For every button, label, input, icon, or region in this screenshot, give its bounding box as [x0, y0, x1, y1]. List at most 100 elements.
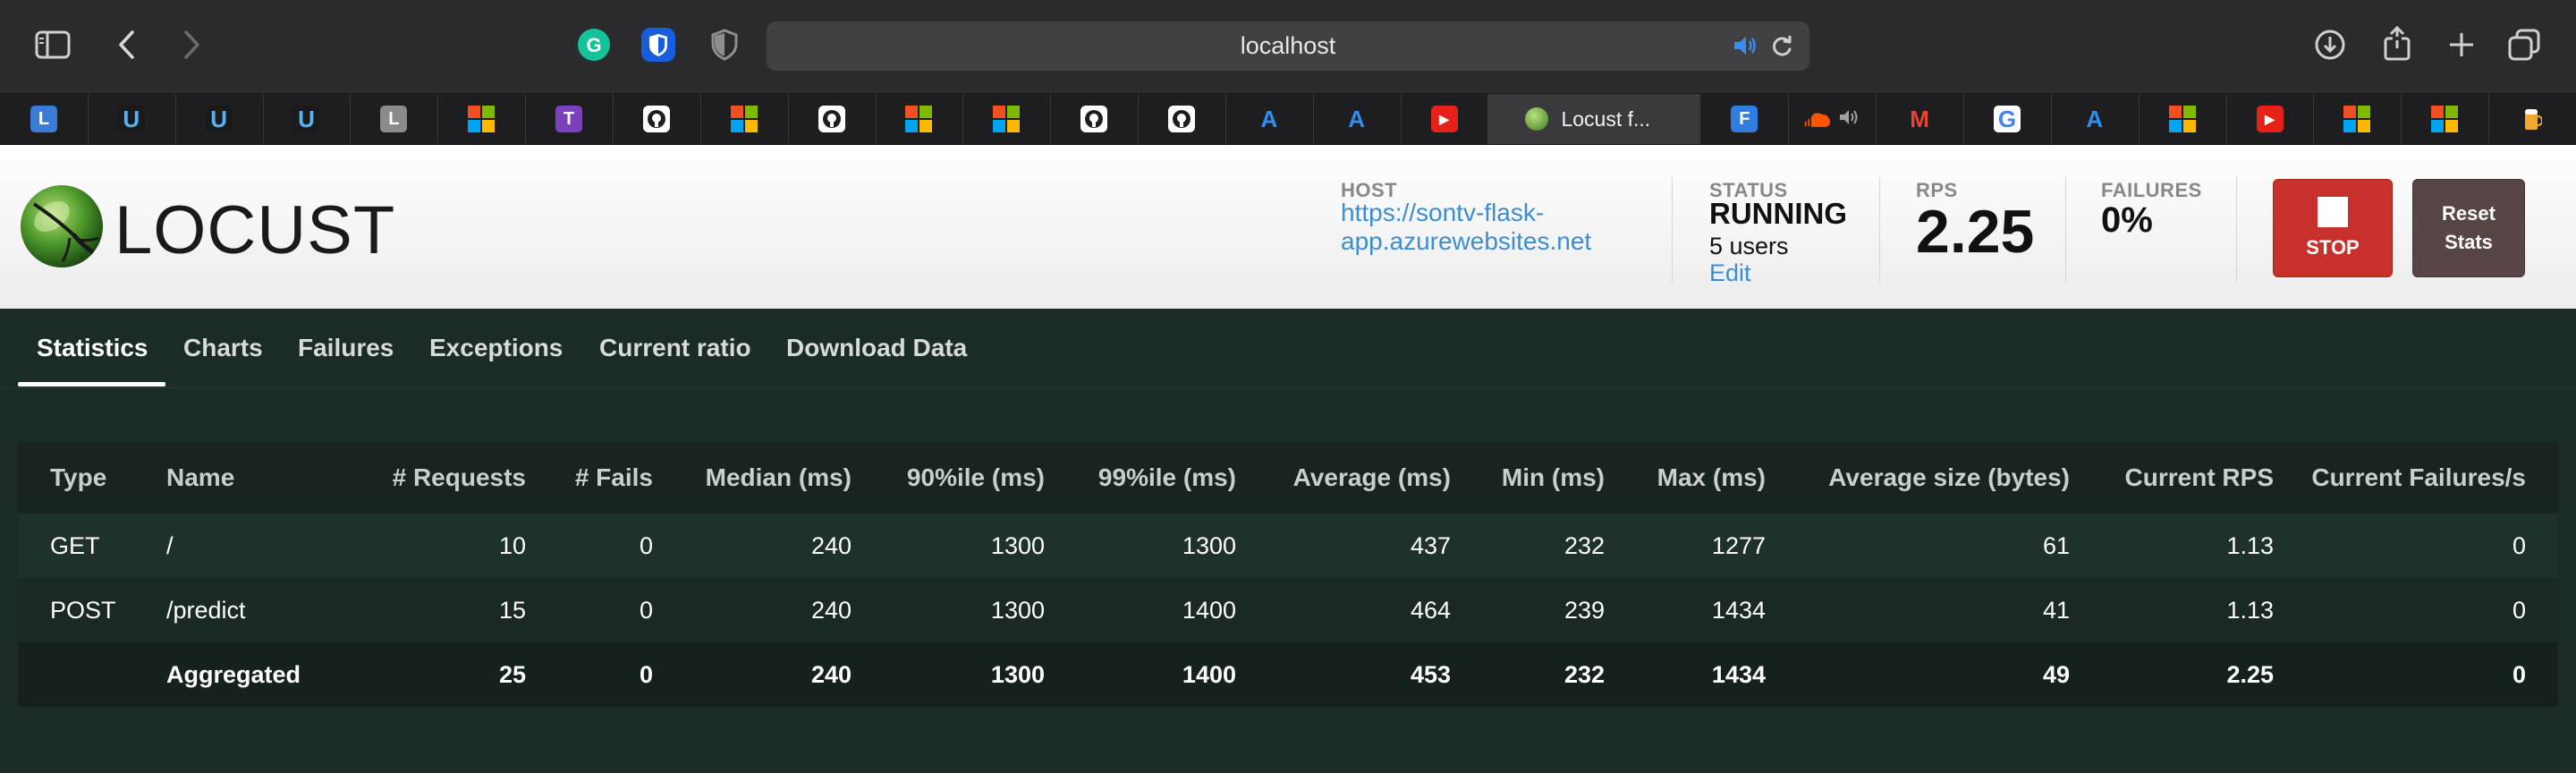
host-link[interactable]: https://sontv-flask-app.azurewebsites.ne…: [1341, 199, 1636, 256]
sidebar-icon[interactable]: [34, 29, 72, 61]
edit-link[interactable]: Edit: [1709, 259, 1751, 287]
speaker-icon[interactable]: [1733, 35, 1758, 63]
microsoft-icon: [730, 106, 758, 132]
bitwarden-icon[interactable]: [640, 27, 676, 63]
browser-tab[interactable]: F: [1700, 94, 1790, 144]
forward-icon[interactable]: [175, 27, 208, 63]
cell-p90: 1300: [852, 578, 1045, 642]
browser-tab[interactable]: [2488, 94, 2576, 144]
browser-tab[interactable]: [1138, 94, 1226, 144]
cell-fails: 0: [526, 514, 653, 578]
browser-tab[interactable]: ▶: [1401, 94, 1489, 144]
browser-tab[interactable]: ▶: [2226, 94, 2315, 144]
cell-p99: 1400: [1045, 578, 1236, 642]
tab-exceptions[interactable]: Exceptions: [429, 309, 563, 387]
site-favicon-icon: M: [1906, 106, 1934, 132]
reset-stats-button[interactable]: Reset Stats: [2412, 179, 2525, 277]
browser-tab[interactable]: [437, 94, 527, 144]
browser-tab[interactable]: [876, 94, 964, 144]
main-nav: Statistics Charts Failures Exceptions Cu…: [0, 309, 2576, 388]
site-favicon-icon: A: [1255, 106, 1283, 132]
column-header[interactable]: Max (ms): [1605, 442, 1766, 514]
browser-tab[interactable]: [2139, 94, 2227, 144]
cell-min: 232: [1451, 642, 1605, 707]
download-icon[interactable]: [2312, 27, 2348, 63]
cell-type: POST: [18, 578, 166, 642]
browser-tab[interactable]: Locust f...: [1487, 94, 1701, 144]
tab-statistics[interactable]: Statistics: [37, 309, 148, 387]
column-header[interactable]: Name: [166, 442, 376, 514]
browser-tab[interactable]: A: [1225, 94, 1314, 144]
browser-tab-strip: L U U U L T A A ▶ Locust f... F M G A ▶: [0, 94, 2576, 145]
browser-tab[interactable]: G: [1963, 94, 2052, 144]
site-favicon-icon: G: [1993, 106, 2021, 132]
column-header[interactable]: # Fails: [526, 442, 653, 514]
stop-label: STOP: [2306, 236, 2360, 259]
browser-tab[interactable]: M: [1876, 94, 1965, 144]
browser-tab[interactable]: [700, 94, 789, 144]
browser-tab[interactable]: [788, 94, 877, 144]
column-header[interactable]: Current Failures/s: [2274, 442, 2558, 514]
column-header[interactable]: Average size (bytes): [1766, 442, 2070, 514]
column-header[interactable]: Current RPS: [2070, 442, 2274, 514]
cell-avg-size: 41: [1766, 578, 2070, 642]
failures-value: 0%: [2101, 200, 2153, 240]
new-tab-icon[interactable]: [2444, 27, 2479, 63]
column-header[interactable]: Min (ms): [1451, 442, 1605, 514]
browser-tab[interactable]: U: [88, 94, 176, 144]
site-favicon-icon: A: [1343, 106, 1370, 132]
beer-icon: [2519, 106, 2546, 132]
browser-tab[interactable]: [1788, 94, 1877, 144]
stop-button[interactable]: STOP: [2273, 179, 2393, 277]
cell-fails: 0: [526, 578, 653, 642]
site-favicon-icon: U: [205, 106, 233, 132]
cell-type: [18, 642, 166, 707]
column-header[interactable]: Average (ms): [1236, 442, 1451, 514]
tab-charts[interactable]: Charts: [183, 309, 263, 387]
browser-tab[interactable]: L: [0, 94, 89, 144]
browser-tab[interactable]: [613, 94, 701, 144]
browser-tab[interactable]: [2313, 94, 2402, 144]
grammarly-icon[interactable]: G: [576, 27, 612, 63]
browser-tab[interactable]: [2401, 94, 2490, 144]
browser-tab[interactable]: L: [350, 94, 439, 144]
browser-tab[interactable]: A: [1313, 94, 1402, 144]
back-icon[interactable]: [111, 27, 143, 63]
url-text: localhost: [1240, 32, 1336, 59]
tab-overview-icon[interactable]: [2506, 27, 2542, 63]
column-header[interactable]: # Requests: [376, 442, 526, 514]
address-bar[interactable]: localhost: [767, 21, 1809, 71]
reload-icon[interactable]: [1770, 34, 1793, 65]
cell-current-failures: 0: [2274, 642, 2558, 707]
header-divider: [2236, 177, 2237, 283]
browser-tab[interactable]: U: [263, 94, 352, 144]
cell-fails: 0: [526, 642, 653, 707]
browser-tab[interactable]: A: [2051, 94, 2140, 144]
column-header[interactable]: Type: [18, 442, 166, 514]
cell-requests: 10: [376, 514, 526, 578]
status-value: RUNNING: [1709, 197, 1847, 230]
cell-current-failures: 0: [2274, 578, 2558, 642]
privacy-shield-icon[interactable]: [708, 27, 741, 63]
browser-tab[interactable]: [962, 94, 1052, 144]
tab-current-ratio[interactable]: Current ratio: [599, 309, 751, 387]
column-header[interactable]: Median (ms): [653, 442, 852, 514]
tab-failures[interactable]: Failures: [298, 309, 394, 387]
browser-tab[interactable]: [1050, 94, 1140, 144]
cell-p90: 1300: [852, 514, 1045, 578]
tab-title: Locust f...: [1561, 106, 1651, 131]
column-header[interactable]: 99%ile (ms): [1045, 442, 1236, 514]
column-header[interactable]: 90%ile (ms): [852, 442, 1045, 514]
browser-toolbar: G localhost: [0, 0, 2576, 94]
cell-median: 240: [653, 514, 852, 578]
header-divider: [1672, 177, 1673, 283]
share-icon[interactable]: [2379, 23, 2415, 63]
browser-tab[interactable]: T: [525, 94, 614, 144]
cell-avg-size: 49: [1766, 642, 2070, 707]
tab-audio-icon[interactable]: [1838, 108, 1860, 131]
browser-tab[interactable]: U: [175, 94, 264, 144]
cell-median: 240: [653, 578, 852, 642]
cell-name: /predict: [166, 578, 376, 642]
cell-current-rps: 2.25: [2070, 642, 2274, 707]
tab-download-data[interactable]: Download Data: [786, 309, 967, 387]
